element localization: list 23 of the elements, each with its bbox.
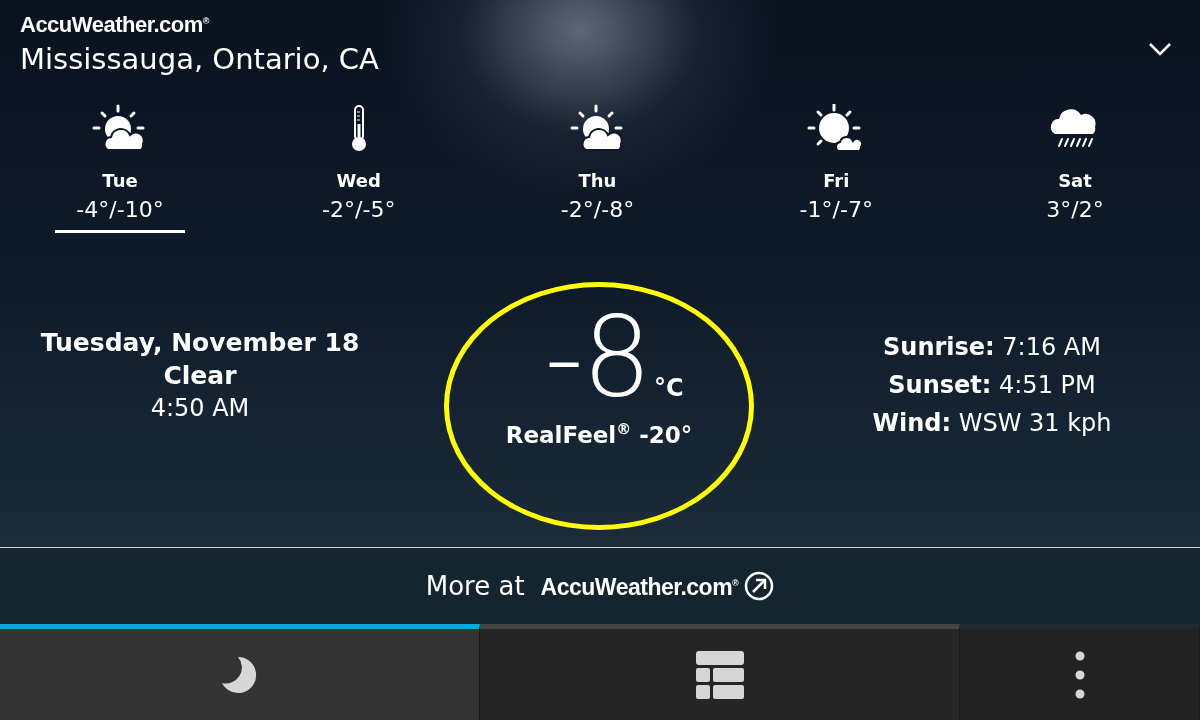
current-temperature: -8 xyxy=(544,302,651,412)
detail-line: Wind: WSW 31 kph xyxy=(872,408,1112,439)
more-link[interactable]: More at AccuWeather.com$^{®}$ xyxy=(425,571,739,601)
tab[interactable] xyxy=(0,624,480,720)
time-label: 4:50 AM xyxy=(150,394,250,422)
grid-icon xyxy=(694,649,745,700)
external-link-icon[interactable] xyxy=(744,571,775,601)
tab[interactable] xyxy=(480,624,960,720)
realfeel-label: RealFeel$^{®}$ -20° xyxy=(505,420,693,448)
forecast-day[interactable]: Wed -2°/-5° xyxy=(293,104,424,233)
condition-label: Clear xyxy=(163,361,237,390)
brand-logo: AccuWeather.com$^{®}$ xyxy=(20,12,211,38)
overflow-menu-icon xyxy=(1073,649,1086,700)
chevron-down-icon[interactable] xyxy=(1148,42,1172,56)
detail-line: Sunset: 4:51 PM xyxy=(888,370,1096,401)
forecast-day[interactable]: Tue -4°/-10° xyxy=(55,104,185,233)
forecast-day[interactable]: Sat 3°/2° xyxy=(1010,104,1140,233)
date-label: Tuesday, November 18 xyxy=(40,328,360,357)
forecast-day[interactable]: Fri -1°/-7° xyxy=(771,104,902,233)
forecast-day[interactable]: Thu -2°/-8° xyxy=(532,104,663,233)
detail-line: Sunrise: 7:16 AM xyxy=(883,332,1101,363)
temperature-unit: °C xyxy=(654,374,684,402)
location-title: Mississauga, Ontario, CA xyxy=(20,42,379,76)
